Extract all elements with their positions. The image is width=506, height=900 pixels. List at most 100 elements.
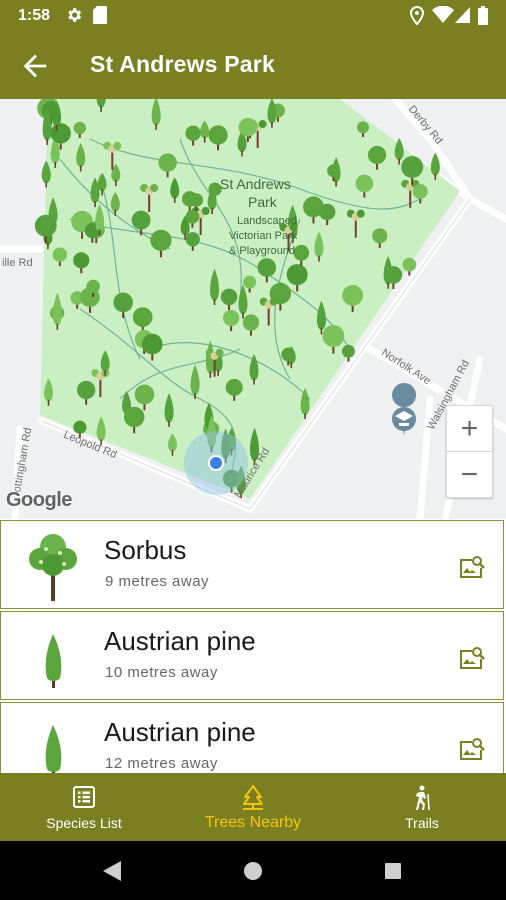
- map-tree-trunk: [46, 138, 48, 145]
- wifi-icon: [432, 6, 454, 23]
- road-label-ville: ille Rd: [2, 257, 33, 269]
- map-tree-trunk: [318, 255, 320, 262]
- image-search-icon[interactable]: [457, 645, 485, 671]
- image-search-icon[interactable]: [457, 736, 485, 762]
- map-tree-crown: [342, 284, 364, 306]
- sub-label-line3: & Playground: [229, 245, 296, 257]
- map-tree-crown: [242, 314, 260, 331]
- map-tree-trunk: [184, 233, 186, 240]
- map-tree-trunk: [290, 362, 293, 369]
- battery-icon: [478, 6, 488, 25]
- map-tree-crown: [215, 348, 224, 357]
- map-tree-trunk: [47, 399, 50, 406]
- map-tree-crown: [327, 164, 341, 178]
- tree-distance: 12 metres away: [105, 755, 218, 772]
- map-tree-crown: [131, 210, 151, 230]
- park-label-line2: Park: [248, 194, 277, 210]
- conifer-tree-icon: [45, 725, 62, 773]
- map-tree-trunk: [211, 207, 213, 214]
- status-time: 1:58: [18, 7, 51, 24]
- tree-distance: 9 metres away: [105, 573, 210, 590]
- zoom-out-button[interactable]: −: [446, 451, 493, 498]
- map-tree-crown: [123, 406, 145, 428]
- map-tree-crown: [258, 120, 267, 129]
- map-tree-crown: [412, 183, 428, 199]
- recents-square-icon[interactable]: [384, 862, 402, 880]
- map-tree-crown: [50, 123, 71, 144]
- map-tree-crown: [52, 247, 67, 262]
- list-item[interactable]: Austrian pine 12 metres away: [0, 702, 504, 773]
- map-tree-crown: [150, 229, 172, 251]
- map-tree-trunk: [173, 196, 176, 203]
- map-conifer: [394, 138, 404, 161]
- park-label-line1: St Andrews: [220, 176, 291, 192]
- map-tree-crown: [281, 347, 296, 362]
- list-item[interactable]: Austrian pine 10 metres away: [0, 611, 504, 700]
- conifer-tree-icon: [45, 634, 62, 688]
- map-tree-crown: [401, 156, 424, 179]
- zoom-in-button[interactable]: +: [446, 405, 493, 452]
- map-view[interactable]: St Andrews Park Landscaped Victorian Par…: [0, 99, 506, 519]
- tree-nearby-icon: [243, 785, 263, 810]
- arrow-back-icon[interactable]: [18, 49, 52, 83]
- nearby-tree-list[interactable]: Sorbus 9 metres away Austrian pine 10 me…: [0, 519, 506, 773]
- map-tree-trunk: [194, 393, 196, 400]
- map-tree-trunk: [155, 123, 157, 130]
- sub-label-line2: Victorian Park: [229, 230, 298, 242]
- map-tree-crown: [402, 257, 417, 272]
- map-tree-crown: [220, 288, 238, 306]
- nav-label: Species List: [46, 815, 122, 831]
- map-tree-crown: [322, 325, 345, 347]
- back-triangle-icon[interactable]: [101, 860, 123, 882]
- image-search-icon[interactable]: [457, 554, 485, 580]
- map-tree-trunk: [434, 173, 437, 180]
- map-tree-crown: [185, 209, 200, 224]
- map-tree-trunk: [94, 201, 96, 208]
- map-tree-crown: [238, 117, 258, 137]
- map-tree-crown: [201, 207, 210, 216]
- nav-label: Trees Nearby: [204, 814, 302, 831]
- home-circle-icon[interactable]: [243, 861, 263, 881]
- map-tree-trunk: [271, 121, 273, 128]
- map-tree-crown: [113, 141, 122, 150]
- tree-name: Austrian pine: [104, 717, 256, 747]
- map-tree-trunk: [79, 165, 82, 172]
- signal-icon: [455, 7, 470, 23]
- bottom-navigation: Species List Trees Nearby Trails: [0, 773, 506, 841]
- map-tree-crown: [356, 209, 365, 218]
- map-tree-crown: [269, 297, 278, 306]
- nav-trails[interactable]: Trails: [338, 773, 506, 841]
- nav-species-list[interactable]: Species List: [0, 773, 168, 841]
- status-bar: 1:58: [0, 0, 506, 33]
- map-tree-crown: [189, 193, 204, 207]
- map-tree-trunk: [45, 181, 48, 188]
- map-tree-trunk: [56, 323, 59, 330]
- location-icon: [410, 6, 424, 25]
- list-item[interactable]: Sorbus 9 metres away: [0, 520, 504, 609]
- list-icon: [73, 786, 95, 808]
- map-tree-trunk: [47, 243, 49, 250]
- map-tree-trunk: [168, 420, 170, 427]
- map-tree-crown: [185, 125, 201, 141]
- zoom-in-icon: +: [460, 411, 479, 445]
- map-tree-crown: [134, 384, 155, 405]
- map-tree-crown: [355, 174, 374, 193]
- map-tree-trunk: [55, 124, 58, 131]
- map-tree-crown: [185, 232, 200, 247]
- map-tree-trunk: [304, 413, 306, 420]
- map-tree-trunk: [104, 370, 107, 377]
- google-logo: Google: [6, 489, 72, 511]
- map-canvas: [0, 99, 506, 519]
- map-tree-trunk: [171, 449, 174, 456]
- map-tree-trunk: [241, 150, 243, 157]
- nav-trees-nearby[interactable]: Trees Nearby: [169, 773, 337, 841]
- map-tree-trunk: [398, 158, 400, 165]
- map-tree-crown: [303, 196, 324, 218]
- map-tree-trunk: [217, 369, 219, 376]
- map-tree-trunk: [242, 312, 244, 319]
- round-tree-icon: [29, 534, 77, 601]
- map-tree-crown: [158, 153, 177, 172]
- sd-card-icon: [93, 6, 107, 24]
- map-tree-crown: [150, 183, 159, 192]
- current-location-dot: [208, 455, 224, 471]
